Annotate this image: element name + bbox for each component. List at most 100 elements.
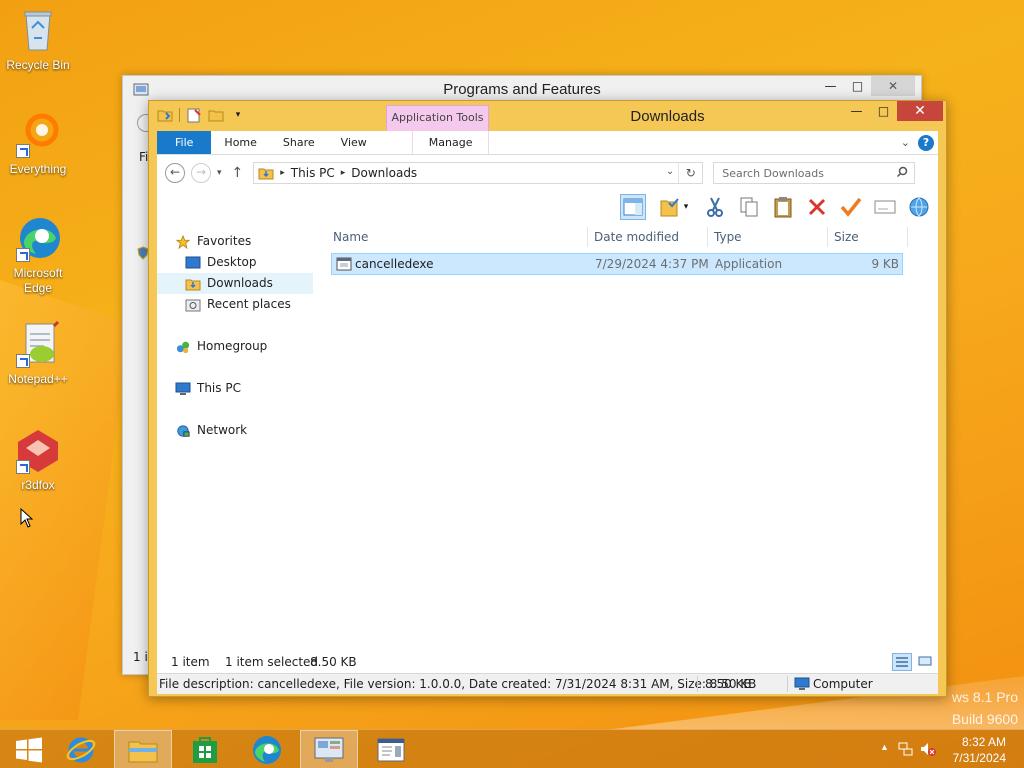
search-input[interactable] [714, 163, 885, 183]
column-header-size[interactable]: Size [834, 227, 859, 247]
file-name: cancelledexe [355, 257, 434, 271]
tab-home[interactable]: Home [211, 131, 269, 154]
forward-button[interactable]: → [191, 163, 211, 183]
file-row-cancelledexe[interactable]: cancelledexe 7/29/2024 4:37 PM Applicati… [331, 253, 903, 275]
nav-item-homegroup[interactable]: Homegroup [175, 336, 267, 357]
tab-view[interactable]: View [328, 131, 380, 154]
desktop-icon-label: Recycle Bin [6, 58, 70, 72]
desktop-icon-everything[interactable]: Everything [0, 110, 76, 177]
store-icon [193, 736, 217, 763]
partial-label: Fi [139, 150, 149, 164]
properties-button[interactable] [872, 194, 898, 220]
notepadpp-icon [14, 320, 62, 368]
delete-button[interactable] [804, 194, 830, 220]
taskbar-internet-explorer[interactable] [52, 730, 110, 768]
nav-item-recent-places[interactable]: Recent places [185, 294, 291, 315]
taskbar: ▲ 8:32 AM 7/31/2024 [0, 729, 1024, 768]
column-divider[interactable] [907, 227, 908, 247]
nav-item-favorites[interactable]: Favorites [175, 231, 251, 252]
rename-button[interactable] [838, 194, 864, 220]
maximize-button[interactable]: □ [870, 101, 897, 121]
column-header-date-modified[interactable]: Date modified [594, 227, 679, 247]
address-dropdown-icon[interactable]: ⌄ [666, 166, 674, 177]
downloads-explorer-window[interactable]: ▾ Application Tools Downloads — □ ✕ File… [148, 100, 947, 697]
paste-button[interactable] [770, 194, 796, 220]
minimize-button[interactable]: — [843, 101, 870, 121]
desktop-icon-r3dfox[interactable]: r3dfox [0, 426, 76, 493]
recent-locations-chevron-icon[interactable]: ▾ [217, 168, 222, 178]
maximize-button[interactable]: □ [844, 76, 871, 96]
r3dfox-icon [14, 426, 62, 474]
edge-icon [14, 214, 62, 262]
tab-file[interactable]: File [157, 131, 212, 154]
desktop-icon-recycle-bin[interactable]: Recycle Bin [0, 6, 76, 73]
close-button[interactable]: ✕ [871, 76, 915, 96]
desktop-icon-notepadpp[interactable]: Notepad++ [0, 320, 76, 387]
taskbar-control-panel[interactable] [300, 730, 358, 768]
large-icons-view-button[interactable] [916, 653, 936, 671]
tab-manage[interactable]: Manage [411, 131, 490, 154]
clock[interactable]: 8:32 AM 7/31/2024 [953, 734, 1006, 766]
column-divider[interactable] [707, 227, 708, 247]
column-divider[interactable] [827, 227, 828, 247]
everything-icon [14, 110, 62, 158]
status-bar: 1 item 1 item selected 8.50 KB [157, 651, 938, 673]
internet-explorer-icon [66, 737, 96, 762]
details-view-button[interactable] [892, 653, 912, 671]
file-explorer-icon [128, 741, 158, 762]
computer-icon [794, 677, 810, 690]
close-button[interactable]: ✕ [897, 101, 943, 121]
address-bar[interactable]: ▸ This PC ▸ Downloads ⌄ ↻ [253, 162, 704, 184]
network-status-icon[interactable] [898, 741, 914, 757]
show-hidden-icons-icon[interactable]: ▲ [880, 742, 889, 752]
breadcrumb-separator-icon: ▸ [280, 168, 285, 178]
search-box[interactable] [713, 162, 916, 184]
help-icon[interactable]: ? [918, 134, 934, 151]
up-button[interactable]: ↑ [232, 165, 244, 181]
copy-icon [740, 197, 758, 217]
volume-muted-icon[interactable] [920, 741, 936, 757]
recycle-bin-icon [14, 6, 62, 54]
desktop-folder-icon [185, 256, 201, 268]
taskbar-store[interactable] [176, 730, 234, 768]
column-divider[interactable] [587, 227, 588, 247]
taskbar-file-explorer[interactable] [114, 730, 172, 768]
folder-check-icon [660, 198, 679, 217]
start-button[interactable] [0, 730, 58, 768]
selected-count: 1 item selected [225, 655, 319, 669]
expand-ribbon-icon[interactable]: ⌄ [901, 136, 910, 149]
taskbar-document-app[interactable] [362, 730, 420, 768]
star-icon [175, 234, 191, 249]
network-button[interactable] [906, 194, 932, 220]
minimize-button[interactable]: — [817, 76, 844, 96]
details-size: 8.50 KB [705, 677, 752, 691]
control-panel-icon [314, 737, 344, 762]
taskbar-microsoft-edge[interactable] [238, 730, 296, 768]
nav-label: Network [197, 423, 248, 437]
nav-item-desktop[interactable]: Desktop [185, 252, 257, 273]
nav-item-this-pc[interactable]: This PC [175, 378, 241, 399]
cut-button[interactable] [702, 194, 728, 220]
refresh-icon[interactable]: ↻ [678, 163, 702, 183]
downloads-folder-icon [258, 168, 274, 180]
watermark-build: Build 9600 [951, 711, 1018, 727]
breadcrumb-downloads[interactable]: Downloads [351, 166, 417, 180]
nav-item-network[interactable]: Network [175, 420, 247, 441]
titlebar[interactable]: ▾ Application Tools Downloads — □ ✕ [149, 101, 946, 131]
column-header-name[interactable]: Name [333, 227, 368, 247]
tab-share[interactable]: Share [270, 131, 328, 154]
desktop-icon-label: r3dfox [21, 478, 55, 492]
shortcut-arrow-icon [16, 460, 30, 474]
select-all-button[interactable]: ▾ [654, 194, 694, 220]
breadcrumb-this-pc[interactable]: This PC [291, 166, 335, 180]
back-button[interactable]: ← [165, 163, 185, 183]
column-header-type[interactable]: Type [714, 227, 742, 247]
nav-item-downloads[interactable]: Downloads [157, 273, 313, 294]
copy-button[interactable] [736, 194, 762, 220]
desktop-icon-microsoft-edge[interactable]: Microsoft Edge [0, 214, 76, 296]
file-date-modified: 7/29/2024 4:37 PM [595, 257, 709, 271]
search-icon[interactable] [896, 166, 908, 178]
preview-pane-button[interactable] [620, 194, 646, 220]
desktop-icon-label: Everything [9, 162, 67, 176]
edge-icon [253, 735, 281, 764]
